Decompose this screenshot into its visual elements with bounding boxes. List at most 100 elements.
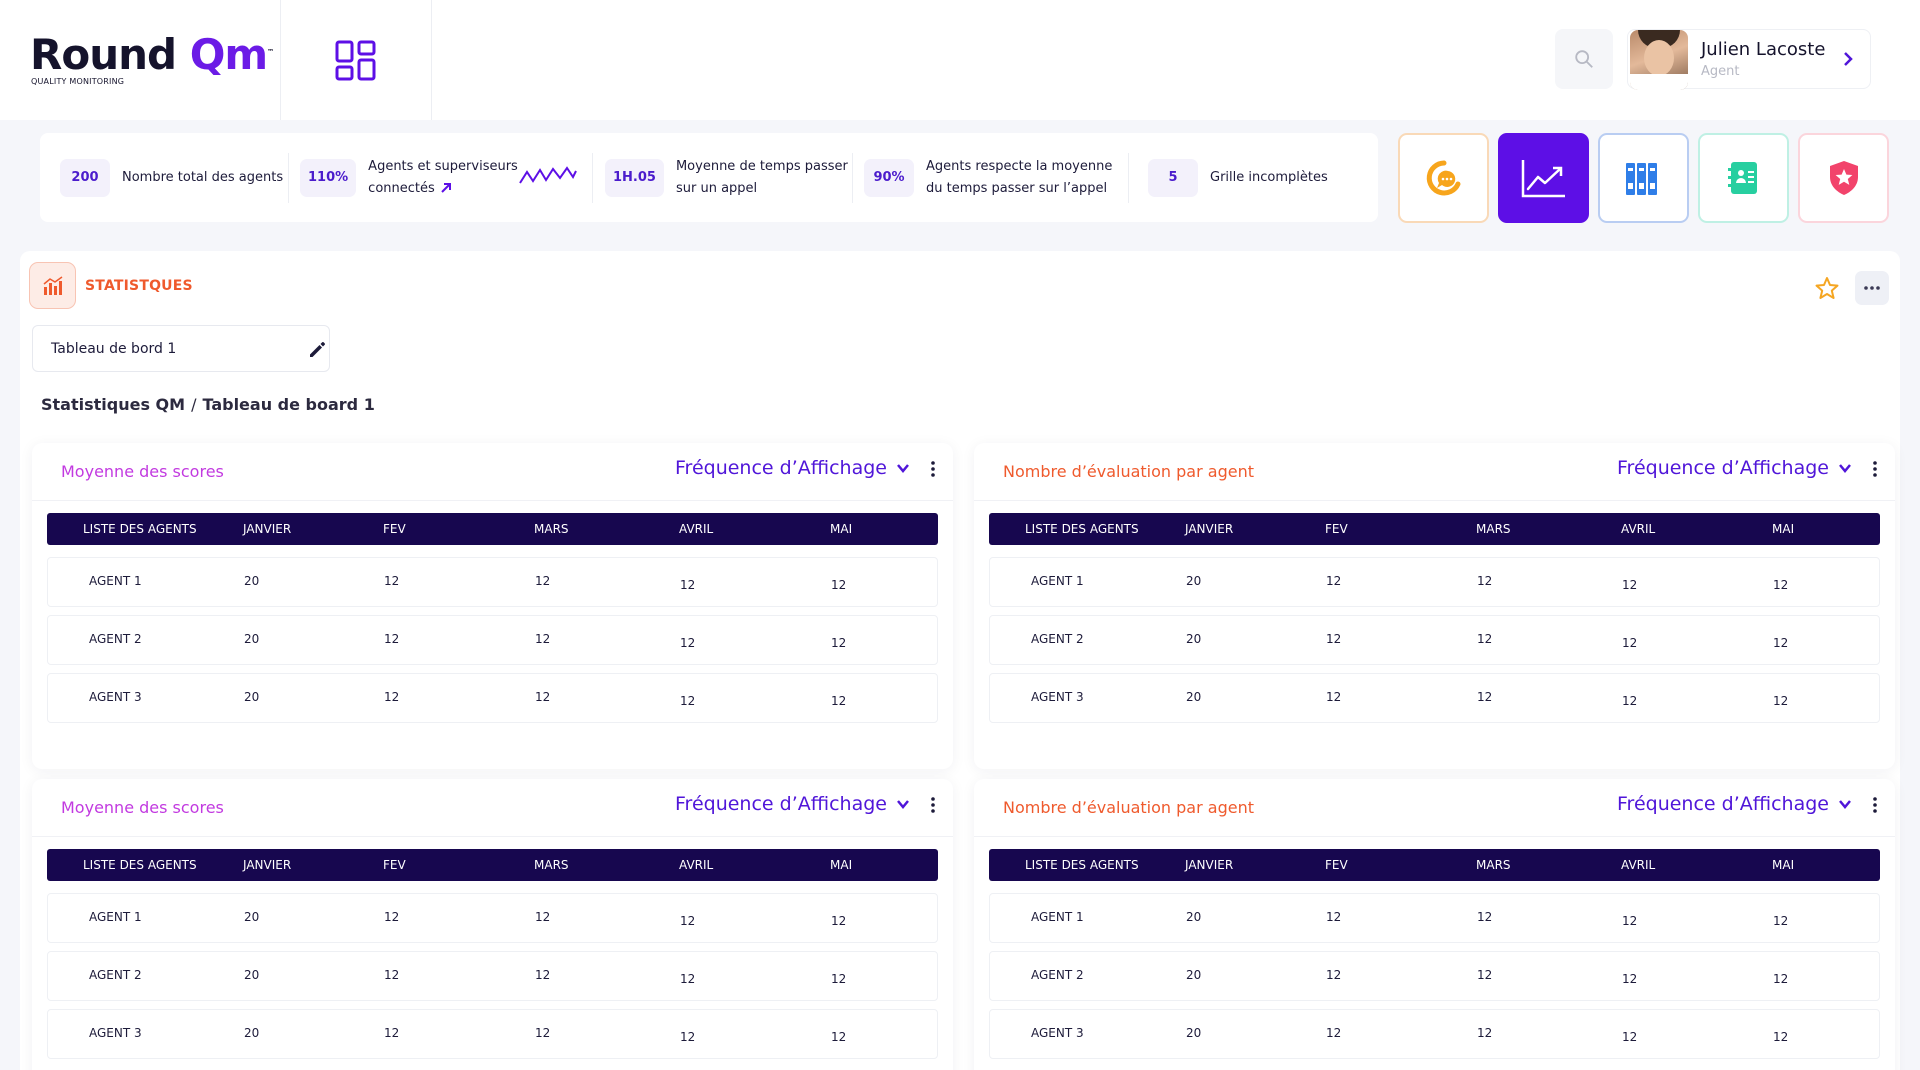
table-cell: 12 <box>1326 690 1342 704</box>
widget-card: Nombre d’évaluation par agent Fréquence d… <box>974 443 1895 769</box>
table-cell: AGENT 1 <box>1031 574 1084 588</box>
column-header[interactable]: AVRIL <box>679 858 713 872</box>
table-row[interactable]: AGENT 3 20 12 12 12 12 <box>47 673 938 723</box>
column-header[interactable]: LISTE DES AGENTS <box>1025 858 1139 872</box>
search-button[interactable] <box>1555 29 1613 89</box>
column-header[interactable]: MAI <box>1772 858 1794 872</box>
table-row[interactable]: AGENT 2 20 12 12 12 12 <box>47 615 938 665</box>
column-header[interactable]: JANVIER <box>1185 522 1233 536</box>
column-header[interactable]: MARS <box>534 858 569 872</box>
column-header[interactable]: FEV <box>1325 522 1348 536</box>
statistics-app-tile[interactable] <box>1498 133 1589 223</box>
column-header[interactable]: LISTE DES AGENTS <box>83 858 197 872</box>
display-frequency-dropdown[interactable]: Fréquence d’Affichage <box>675 793 911 815</box>
shield-star-icon <box>1829 161 1858 195</box>
table-cell: AGENT 2 <box>89 632 142 646</box>
display-frequency-dropdown[interactable]: Fréquence d’Affichage <box>1617 457 1853 479</box>
kpi-label: du temps passer sur l’appel <box>926 180 1108 196</box>
column-header[interactable]: JANVIER <box>243 522 291 536</box>
column-header[interactable]: MAI <box>830 858 852 872</box>
column-header[interactable]: MARS <box>534 522 569 536</box>
table-cell: 12 <box>1326 968 1342 982</box>
column-header[interactable]: AVRIL <box>1621 858 1655 872</box>
table-cell: 12 <box>384 910 400 924</box>
widget-title: Nombre d’évaluation par agent <box>1003 798 1254 817</box>
widget-menu-button[interactable] <box>923 457 943 481</box>
dashboard-name-field[interactable]: Tableau de bord 1 <box>32 325 330 372</box>
table-cell: 12 <box>384 632 400 646</box>
widget-card: Moyenne des scores Fréquence d’Affichage L… <box>32 779 953 1070</box>
table-cell: 12 <box>680 1030 696 1044</box>
table-row[interactable]: AGENT 1 20 12 12 12 12 <box>989 557 1880 607</box>
table-row[interactable]: AGENT 2 20 12 12 12 12 <box>47 951 938 1001</box>
widget-title: Moyenne des scores <box>61 798 224 817</box>
logo[interactable]: Round Qm™ QUALITY MONITORING <box>0 0 281 120</box>
table-cell: 12 <box>1622 636 1638 650</box>
display-frequency-label: Fréquence d’Affichage <box>1617 793 1829 815</box>
table-cell: 12 <box>535 690 551 704</box>
grid-apps-icon <box>335 40 376 81</box>
table-row[interactable]: AGENT 3 20 12 12 12 12 <box>989 1009 1880 1059</box>
column-header[interactable]: JANVIER <box>243 858 291 872</box>
star-icon[interactable] <box>1814 275 1840 301</box>
column-header[interactable]: LISTE DES AGENTS <box>83 522 197 536</box>
chat-app-tile[interactable] <box>1398 133 1489 223</box>
kpi-label: Moyenne de temps passer <box>675 158 848 174</box>
table-row[interactable]: AGENT 3 20 12 12 12 12 <box>989 673 1880 723</box>
table-row[interactable]: AGENT 2 20 12 12 12 12 <box>989 615 1880 665</box>
kpi-label: sur un appel <box>675 180 758 196</box>
column-header[interactable]: MAI <box>830 522 852 536</box>
table-cell: 12 <box>1773 636 1789 650</box>
column-header[interactable]: FEV <box>383 858 406 872</box>
table-row[interactable]: AGENT 3 20 12 12 12 12 <box>47 1009 938 1059</box>
display-frequency-dropdown[interactable]: Fréquence d’Affichage <box>1617 793 1853 815</box>
table-cell: 20 <box>244 910 260 924</box>
kpi-value: 1H.05 <box>605 158 664 197</box>
table-row[interactable]: AGENT 1 20 12 12 12 12 <box>989 893 1880 943</box>
breadcrumb-root[interactable]: Statistiques QM <box>41 395 185 414</box>
column-header[interactable]: FEV <box>1325 858 1348 872</box>
breadcrumb-separator: / <box>191 395 197 414</box>
arrow-up-right-icon[interactable] <box>439 181 453 195</box>
archive-binders-icon <box>1625 163 1657 195</box>
archive-app-tile[interactable] <box>1598 133 1689 223</box>
widget-menu-button[interactable] <box>1865 457 1885 481</box>
table-row[interactable]: AGENT 2 20 12 12 12 12 <box>989 951 1880 1001</box>
table-cell: 12 <box>384 690 400 704</box>
table-cell: 12 <box>1773 694 1789 708</box>
column-header[interactable]: JANVIER <box>1185 858 1233 872</box>
more-options-button[interactable] <box>1855 271 1889 305</box>
contact-book-icon <box>1727 162 1757 194</box>
widget-menu-button[interactable] <box>923 793 943 817</box>
display-frequency-label: Fréquence d’Affichage <box>675 457 887 479</box>
column-header[interactable]: FEV <box>383 522 406 536</box>
table-cell: 12 <box>1622 694 1638 708</box>
column-header[interactable]: AVRIL <box>1621 522 1655 536</box>
security-app-tile[interactable] <box>1798 133 1889 223</box>
column-header[interactable]: MAI <box>1772 522 1794 536</box>
table-cell: 20 <box>1186 690 1202 704</box>
display-frequency-dropdown[interactable]: Fréquence d’Affichage <box>675 457 911 479</box>
table-cell: 12 <box>680 578 696 592</box>
table-header: LISTE DES AGENTS JANVIER FEV MARS AVRIL MAI <box>989 513 1880 545</box>
contacts-app-tile[interactable] <box>1698 133 1789 223</box>
table-row[interactable]: AGENT 1 20 12 12 12 12 <box>47 893 938 943</box>
kpi-avg-call-time: 1H.05 Moyenne de temps passer sur un app… <box>605 133 848 222</box>
table-row[interactable]: AGENT 1 20 12 12 12 12 <box>47 557 938 607</box>
column-header[interactable]: AVRIL <box>679 522 713 536</box>
column-header[interactable]: LISTE DES AGENTS <box>1025 522 1139 536</box>
table-cell: 12 <box>384 574 400 588</box>
table-cell: AGENT 1 <box>1031 910 1084 924</box>
chevron-right-icon[interactable] <box>1838 49 1858 69</box>
pencil-edit-icon[interactable] <box>307 338 329 360</box>
widget-menu-button[interactable] <box>1865 793 1885 817</box>
table-header: LISTE DES AGENTS JANVIER FEV MARS AVRIL MAI <box>47 849 938 881</box>
widget-divider <box>974 836 1895 837</box>
column-header[interactable]: MARS <box>1476 858 1511 872</box>
table-cell: 12 <box>1326 1026 1342 1040</box>
column-header[interactable]: MARS <box>1476 522 1511 536</box>
apps-menu-button[interactable] <box>281 0 432 120</box>
user-profile-card[interactable]: Julien Lacoste Agent <box>1627 29 1871 90</box>
top-header: Round Qm™ QUALITY MONITORING Julien Laco… <box>0 0 1920 120</box>
user-role: Agent <box>1701 64 1740 79</box>
